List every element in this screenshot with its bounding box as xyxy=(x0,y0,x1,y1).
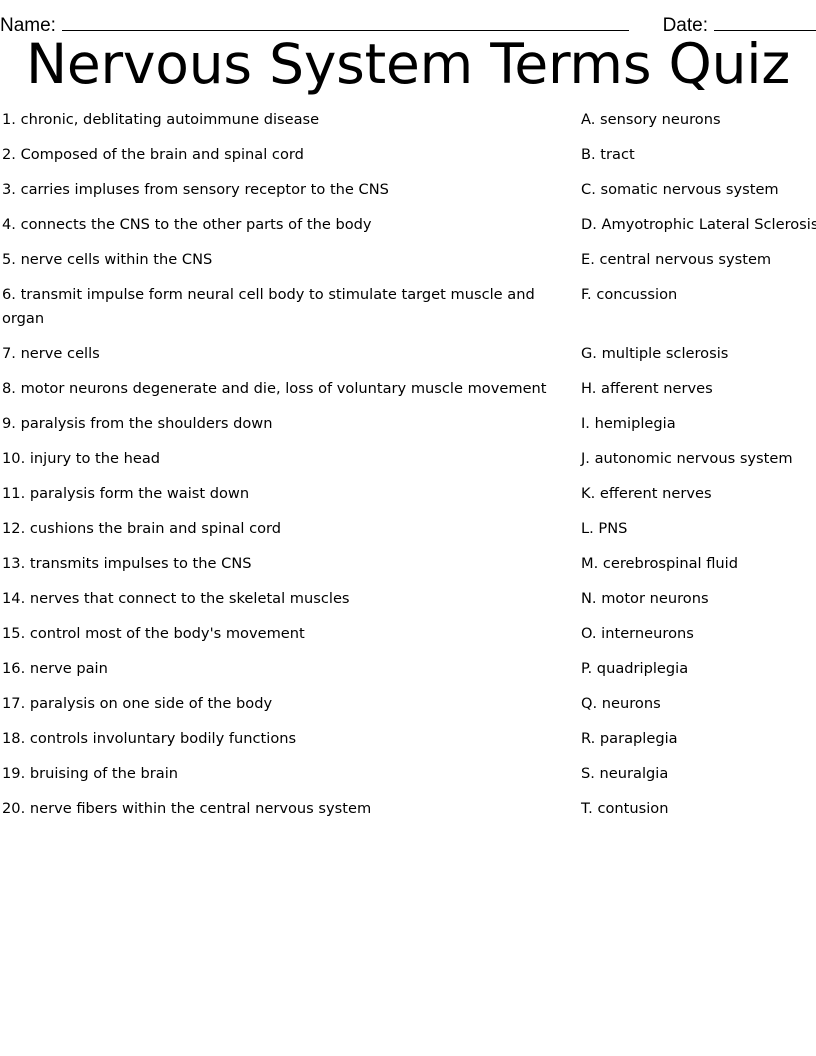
matching-row: 16. nerve pain P. quadriplegia xyxy=(0,657,816,681)
answer-choice: F. concussion xyxy=(581,286,678,303)
answer-choice: T. contusion xyxy=(581,799,669,817)
question-item: 20. nerve fibers within the central nerv… xyxy=(2,799,372,817)
question-item: 5. nerve cells within the CNS xyxy=(2,251,213,268)
question-item: 10. injury to the head xyxy=(2,449,161,467)
matching-row: 11. paralysis form the waist down K. effe… xyxy=(0,482,816,506)
question-item: 4. connects the CNS to the other parts o… xyxy=(2,216,372,233)
matching-row: 2. Composed of the brain and spinal cord… xyxy=(0,143,816,167)
matching-row: 8. motor neurons degenerate and die, los… xyxy=(0,377,816,401)
question-item: 13. transmits impulses to the CNS xyxy=(2,554,252,572)
question-item: 17. paralysis on one side of the body xyxy=(2,694,273,712)
matching-row: 18. controls involuntary bodily function… xyxy=(0,727,816,751)
question-item: 18. controls involuntary bodily function… xyxy=(2,729,297,747)
question-item: 7. nerve cells xyxy=(2,344,100,362)
matching-row: 10. injury to the head J. autonomic nervo… xyxy=(0,447,816,471)
answer-choice: D. Amyotrophic Lateral Sclerosis xyxy=(581,216,816,233)
answer-choice: J. autonomic nervous system xyxy=(581,449,793,467)
question-item: 9. paralysis from the shoulders down xyxy=(2,414,273,432)
answer-choice: L. PNS xyxy=(581,519,628,537)
answer-choice: Q. neurons xyxy=(581,694,661,712)
name-date-line: Name: Date: xyxy=(0,0,816,35)
answer-choice: G. multiple sclerosis xyxy=(581,344,729,362)
answer-choice: K. efferent nerves xyxy=(581,484,712,502)
answer-choice: O. interneurons xyxy=(581,624,694,642)
matching-row: 5. nerve cells within the CNS E. central … xyxy=(0,248,816,272)
question-item: 16. nerve pain xyxy=(2,659,108,677)
question-item: 19. bruising of the brain xyxy=(2,764,179,782)
answer-choice: A. sensory neurons xyxy=(581,111,721,128)
answer-choice: C. somatic nervous system xyxy=(581,181,779,198)
question-item: 3. carries impluses from sensory recepto… xyxy=(2,181,389,198)
question-item: 11. paralysis form the waist down xyxy=(2,484,250,502)
question-item: 2. Composed of the brain and spinal cord xyxy=(2,146,304,163)
matching-row: 12. cushions the brain and spinal cord L.… xyxy=(0,517,816,541)
matching-row: 15. control most of the body's movement O… xyxy=(0,622,816,646)
question-item: 1. chronic, deblitating autoimmune disea… xyxy=(2,111,320,128)
worksheet-page: Name: Date: Nervous System Terms Quiz 1.… xyxy=(0,0,816,1056)
answer-choice: S. neuralgia xyxy=(581,764,669,782)
matching-row: 7. nerve cells G. multiple sclerosis xyxy=(0,342,816,366)
matching-row: 17. paralysis on one side of the body Q. … xyxy=(0,692,816,716)
matching-list: 1. chronic, deblitating autoimmune disea… xyxy=(0,108,816,832)
question-item: 8. motor neurons degenerate and die, los… xyxy=(2,379,547,397)
question-item: 14. nerves that connect to the skeletal … xyxy=(2,589,350,607)
answer-choice: I. hemiplegia xyxy=(581,414,676,432)
matching-row: 6. transmit impulse form neural cell bod… xyxy=(0,283,816,330)
matching-row: 1. chronic, deblitating autoimmune disea… xyxy=(0,108,816,132)
matching-row: 3. carries impluses from sensory recepto… xyxy=(0,178,816,202)
matching-row: 9. paralysis from the shoulders down I. h… xyxy=(0,412,816,436)
answer-choice: P. quadriplegia xyxy=(581,659,689,677)
matching-row: 13. transmits impulses to the CNS M. cere… xyxy=(0,552,816,576)
answer-choice: R. paraplegia xyxy=(581,729,678,747)
page-title: Nervous System Terms Quiz xyxy=(25,32,791,96)
question-item: 6. transmit impulse form neural cell bod… xyxy=(2,286,535,327)
answer-choice: H. afferent nerves xyxy=(581,379,713,397)
answer-choice: B. tract xyxy=(581,146,635,163)
answer-choice: N. motor neurons xyxy=(581,589,709,607)
matching-row: 19. bruising of the brain S. neuralgia xyxy=(0,762,816,786)
answer-choice: M. cerebrospinal fluid xyxy=(581,554,738,572)
answer-choice: E. central nervous system xyxy=(581,251,772,268)
matching-row: 20. nerve fibers within the central nerv… xyxy=(0,797,816,821)
question-item: 15. control most of the body's movement xyxy=(2,624,305,642)
question-item: 12. cushions the brain and spinal cord xyxy=(2,519,282,537)
matching-row: 14. nerves that connect to the skeletal … xyxy=(0,587,816,611)
matching-row: 4. connects the CNS to the other parts o… xyxy=(0,213,816,237)
